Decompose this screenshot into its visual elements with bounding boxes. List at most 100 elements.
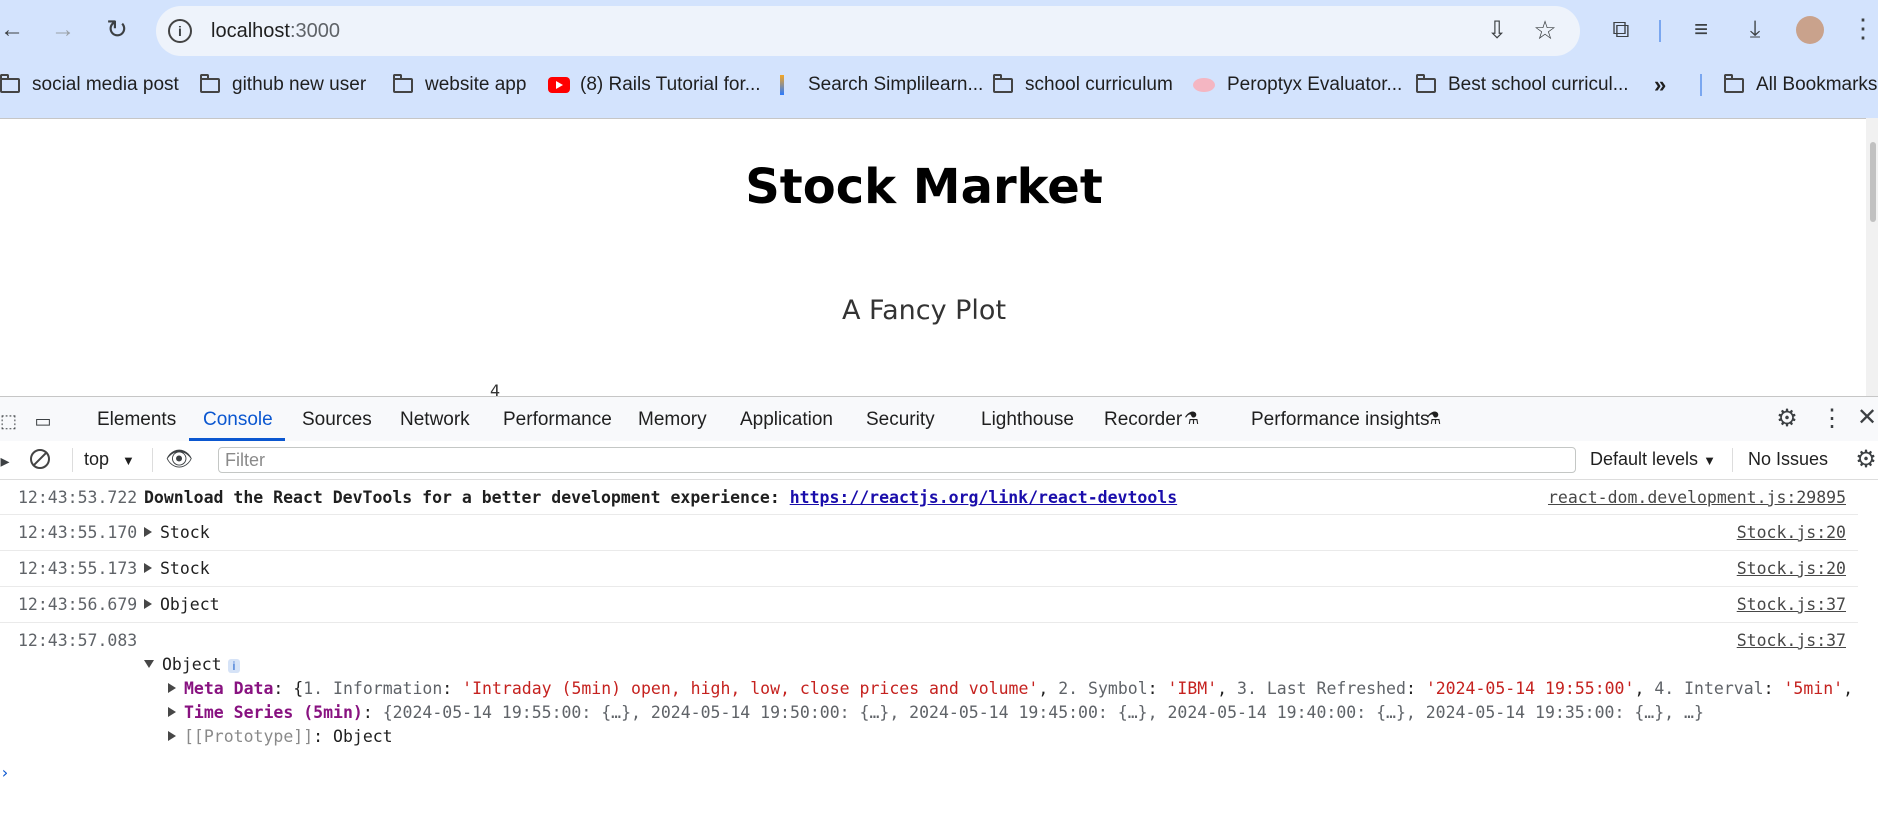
log-source-link[interactable]: Stock.js:37 — [1737, 595, 1846, 614]
chart-title: A Fancy Plot — [841, 295, 1007, 326]
log-levels-dropdown[interactable]: Default levels ▼ — [1590, 449, 1716, 470]
log-row[interactable]: 12:43:55.170 Stock Stock.js:20 — [0, 515, 1858, 551]
downloads-icon[interactable]: ⤓ — [1742, 18, 1768, 42]
divider — [1700, 74, 1702, 96]
bookmark-item[interactable]: Search Simplilearn... — [780, 74, 983, 96]
tab-application[interactable]: Application — [740, 409, 833, 431]
tab-network[interactable]: Network — [400, 409, 470, 431]
log-timestamp: 12:43:57.083 — [18, 631, 138, 650]
reload-icon[interactable]: ↻ — [104, 16, 130, 42]
folder-icon — [993, 73, 1013, 93]
folder-icon — [200, 73, 220, 93]
bookmark-star-icon[interactable]: ☆ — [1532, 17, 1558, 43]
back-icon[interactable]: ← — [0, 18, 24, 42]
log-row[interactable]: 12:43:55.173 Stock Stock.js:20 — [0, 551, 1858, 587]
tab-performance[interactable]: Performance — [503, 409, 612, 431]
bookmark-item[interactable]: school curriculum — [993, 73, 1173, 96]
devtools-tabbar: ⬚ ▭ Elements Console Sources Network Per… — [0, 397, 1878, 442]
object-header[interactable]: Object i — [144, 655, 241, 674]
clear-console-icon[interactable] — [30, 449, 50, 469]
log-row[interactable]: 12:43:56.679 Object Stock.js:37 — [0, 587, 1858, 623]
extensions-icon[interactable]: ⧉ — [1608, 18, 1634, 42]
dropdown-arrow-icon: ▼ — [1703, 453, 1716, 468]
console-log-area: 12:43:53.722 Download the React DevTools… — [0, 480, 1878, 820]
log-source-link[interactable]: react-dom.development.js:29895 — [1548, 488, 1846, 507]
log-timestamp: 12:43:55.173 — [18, 559, 138, 578]
more-options-icon[interactable]: ⋮ — [1820, 407, 1844, 431]
prototype-property[interactable]: [[Prototype]]: Object — [168, 727, 393, 746]
tab-security[interactable]: Security — [866, 409, 935, 431]
divider — [72, 448, 73, 472]
bookmark-item[interactable]: Best school curricul... — [1416, 73, 1629, 96]
folder-icon — [1724, 73, 1744, 93]
tab-memory[interactable]: Memory — [638, 409, 707, 431]
media-controls-icon[interactable]: ≡ — [1688, 18, 1714, 42]
log-source-link[interactable]: Stock.js:20 — [1737, 523, 1846, 542]
simplilearn-icon — [780, 75, 784, 95]
avatar[interactable] — [1796, 16, 1824, 44]
folder-icon — [0, 73, 20, 93]
bookmark-item[interactable]: website app — [393, 73, 526, 96]
console-toolbar: ▸ top ▼ 👁 Default levels ▼ No Issues ⚙ — [0, 441, 1878, 480]
divider — [1659, 20, 1661, 42]
log-row-expanded: 12:43:57.083 Stock.js:37 Object i Meta Da… — [0, 623, 1858, 746]
log-message[interactable]: Stock — [144, 523, 210, 542]
tab-performance-insights[interactable]: Performance insights — [1251, 409, 1429, 431]
bookmark-item[interactable]: Peroptyx Evaluator... — [1193, 74, 1402, 96]
console-settings-icon[interactable]: ⚙ — [1854, 448, 1878, 472]
collapse-triangle-icon[interactable] — [144, 660, 154, 668]
divider — [152, 448, 153, 472]
expand-triangle-icon[interactable] — [168, 683, 176, 693]
inspect-icon[interactable]: ⬚ — [0, 409, 17, 433]
tab-console[interactable]: Console — [203, 409, 273, 431]
tab-lighthouse[interactable]: Lighthouse — [981, 409, 1074, 431]
peroptyx-icon — [1193, 78, 1215, 92]
tab-sources[interactable]: Sources — [302, 409, 372, 431]
install-app-icon[interactable]: ⇩ — [1484, 19, 1510, 43]
folder-icon — [1416, 73, 1436, 93]
filter-input[interactable] — [219, 448, 1575, 472]
bookmark-item[interactable]: social media post — [0, 73, 179, 96]
time-series-property[interactable]: Time Series (5min): {2024-05-14 19:55:00… — [168, 703, 1704, 722]
settings-gear-icon[interactable]: ⚙ — [1774, 407, 1800, 431]
tab-recorder[interactable]: Recorder — [1104, 409, 1182, 431]
tab-elements[interactable]: Elements — [97, 409, 176, 431]
sidebar-toggle-icon[interactable]: ▸ — [0, 449, 10, 473]
bookmarks-overflow-icon[interactable]: » — [1654, 72, 1666, 98]
log-message[interactable]: Object — [144, 595, 220, 614]
page-scrollbar-thumb[interactable] — [1870, 142, 1876, 222]
page-title: Stock Market — [745, 159, 1103, 215]
menu-icon[interactable]: ⋮ — [1850, 15, 1876, 41]
issues-counter[interactable]: No Issues — [1748, 449, 1828, 470]
react-devtools-link[interactable]: https://reactjs.org/link/react-devtools — [790, 488, 1177, 507]
device-toolbar-icon[interactable]: ▭ — [30, 409, 56, 433]
filter-box[interactable] — [218, 447, 1576, 473]
log-source-link[interactable]: Stock.js:37 — [1737, 631, 1846, 650]
meta-data-property[interactable]: Meta Data: {1. Information: 'Intraday (5… — [168, 679, 1853, 698]
expand-triangle-icon[interactable] — [168, 707, 176, 717]
live-expression-eye-icon[interactable]: 👁 — [164, 447, 194, 471]
all-bookmarks[interactable]: All Bookmarks — [1724, 73, 1877, 96]
expand-triangle-icon[interactable] — [144, 563, 152, 573]
expand-triangle-icon[interactable] — [168, 731, 176, 741]
close-icon[interactable]: ✕ — [1856, 406, 1878, 430]
bookmark-item[interactable]: github new user — [200, 73, 366, 96]
forward-icon[interactable]: → — [50, 18, 76, 42]
address-bar[interactable]: i localhost:3000 ⇩ ☆ — [156, 6, 1580, 56]
site-info-icon[interactable]: i — [168, 19, 192, 43]
folder-icon — [393, 73, 413, 93]
context-selector[interactable]: top ▼ — [84, 449, 135, 470]
log-timestamp: 12:43:55.170 — [18, 523, 138, 542]
expand-triangle-icon[interactable] — [144, 527, 152, 537]
expand-triangle-icon[interactable] — [144, 599, 152, 609]
bookmark-item[interactable]: (8) Rails Tutorial for... — [548, 74, 761, 96]
console-prompt-icon[interactable]: › — [0, 763, 10, 782]
browser-toolbar: ← → ↻ i localhost:3000 ⇩ ☆ ⧉ ≡ ⤓ ⋮ socia… — [0, 0, 1878, 118]
log-row: 12:43:53.722 Download the React DevTools… — [0, 480, 1858, 515]
log-message[interactable]: Stock — [144, 559, 210, 578]
info-badge[interactable]: i — [227, 659, 241, 673]
devtools-panel: ⬚ ▭ Elements Console Sources Network Per… — [0, 396, 1878, 820]
page-viewport: Stock Market A Fancy Plot 4 — [0, 118, 1878, 400]
log-source-link[interactable]: Stock.js:20 — [1737, 559, 1846, 578]
log-message: Download the React DevTools for a better… — [144, 488, 1178, 507]
